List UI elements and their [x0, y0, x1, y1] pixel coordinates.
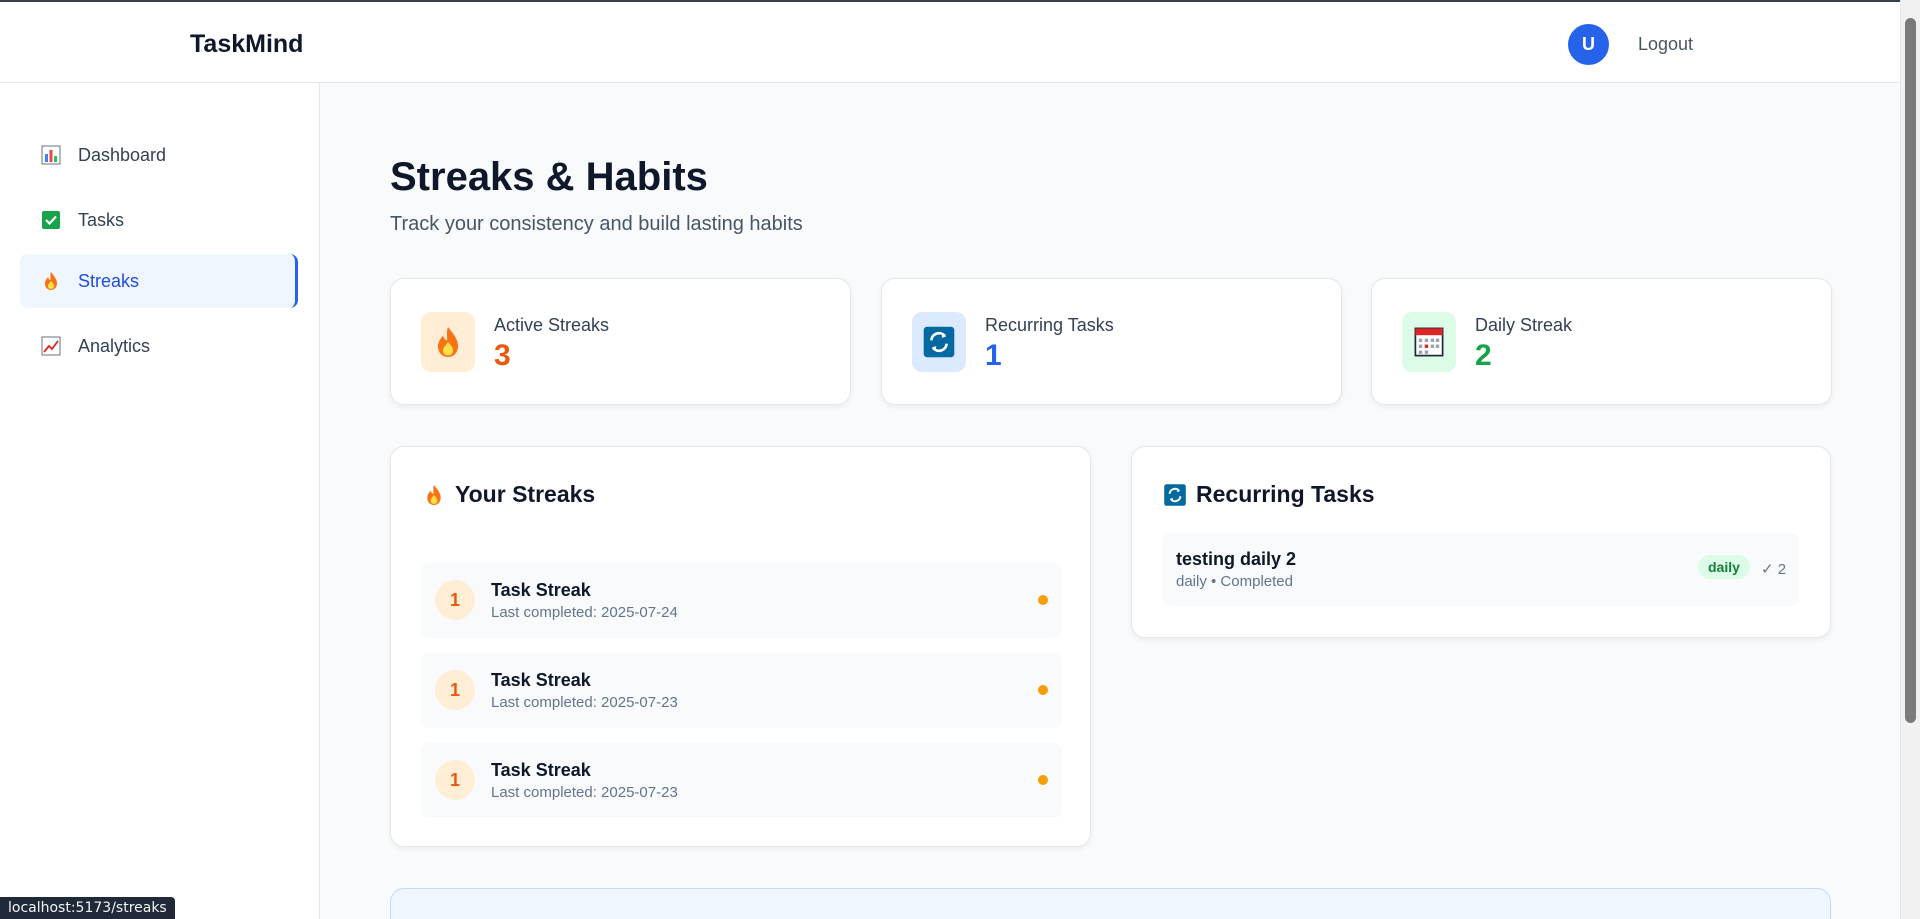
fire-icon [40, 270, 62, 292]
brand-logo[interactable]: TaskMind [190, 30, 303, 59]
sidebar-item-analytics[interactable]: Analytics [20, 319, 298, 373]
recurring-task-detail: daily • Completed [1176, 573, 1293, 590]
scrollbar[interactable] [1900, 0, 1920, 919]
stat-card-daily-streak: Daily Streak 2 [1371, 278, 1832, 405]
list-item[interactable]: testing daily 2 daily • Completed daily … [1162, 533, 1799, 606]
fire-icon [421, 312, 475, 372]
stat-value: 2 [1475, 339, 1492, 372]
streak-detail: Last completed: 2025-07-23 [491, 694, 678, 711]
sidebar-item-label: Analytics [78, 335, 151, 356]
check-box-icon [40, 209, 62, 231]
card-title-label: Recurring Tasks [1196, 481, 1375, 507]
info-card [390, 888, 1831, 919]
recurring-task-title: testing daily 2 [1176, 549, 1297, 569]
status-dot [1038, 775, 1048, 785]
streak-title: Task Streak [491, 670, 591, 690]
sidebar-item-dashboard[interactable]: Dashboard [20, 128, 298, 182]
recurring-tasks-card: Recurring Tasks testing daily 2 daily • … [1131, 446, 1831, 638]
sidebar-item-label: Dashboard [78, 144, 167, 165]
streak-title: Task Streak [491, 760, 591, 780]
sidebar-item-label: Tasks [78, 209, 125, 230]
page-title: Streaks & Habits [390, 155, 708, 199]
repeat-icon [1162, 482, 1188, 508]
stat-card-recurring-tasks: Recurring Tasks 1 [881, 278, 1342, 405]
top-bar: TaskMind U Logout [0, 0, 1900, 83]
stat-value: 1 [985, 339, 1002, 372]
sidebar-item-tasks[interactable]: Tasks [20, 193, 298, 247]
status-bar-url: localhost:5173/streaks [0, 897, 175, 919]
page-subtitle: Track your consistency and build lasting… [390, 213, 803, 235]
frequency-badge: daily [1698, 555, 1750, 579]
status-dot [1038, 595, 1048, 605]
list-item[interactable]: 1 Task Streak Last completed: 2025-07-23 [421, 743, 1062, 818]
calendar-icon [1402, 312, 1456, 372]
repeat-icon [912, 312, 966, 372]
streak-count-badge: 1 [435, 670, 475, 710]
streak-detail: Last completed: 2025-07-23 [491, 784, 678, 801]
stat-card-active-streaks: Active Streaks 3 [390, 278, 851, 405]
sidebar: Dashboard Tasks Streaks Analytics [0, 83, 320, 919]
status-dot [1038, 685, 1048, 695]
bar-chart-icon [40, 144, 62, 166]
main-content: Streaks & Habits Track your consistency … [321, 83, 1900, 919]
card-title-label: Your Streaks [455, 481, 596, 507]
scrollbar-thumb[interactable] [1905, 18, 1916, 723]
user-avatar[interactable]: U [1568, 24, 1609, 65]
trend-chart-icon [40, 335, 62, 357]
streaks-card-title: Your Streaks [421, 481, 595, 508]
streaks-card: Your Streaks 1 Task Streak Last complete… [390, 446, 1091, 847]
sidebar-item-label: Streaks [78, 270, 140, 291]
stat-label: Daily Streak [1475, 315, 1573, 335]
completion-count: ✓ 2 [1761, 561, 1787, 578]
list-item[interactable]: 1 Task Streak Last completed: 2025-07-24 [421, 563, 1062, 638]
stat-value: 3 [494, 339, 511, 372]
fire-icon [421, 482, 447, 508]
streak-count-badge: 1 [435, 760, 475, 800]
streak-title: Task Streak [491, 580, 591, 600]
recurring-card-title: Recurring Tasks [1162, 481, 1375, 508]
streak-detail: Last completed: 2025-07-24 [491, 604, 678, 621]
sidebar-item-streaks[interactable]: Streaks [20, 254, 298, 308]
logout-button[interactable]: Logout [1638, 34, 1693, 55]
list-item[interactable]: 1 Task Streak Last completed: 2025-07-23 [421, 653, 1062, 728]
streak-count-badge: 1 [435, 580, 475, 620]
stat-label: Recurring Tasks [985, 315, 1114, 335]
stat-label: Active Streaks [494, 315, 610, 335]
